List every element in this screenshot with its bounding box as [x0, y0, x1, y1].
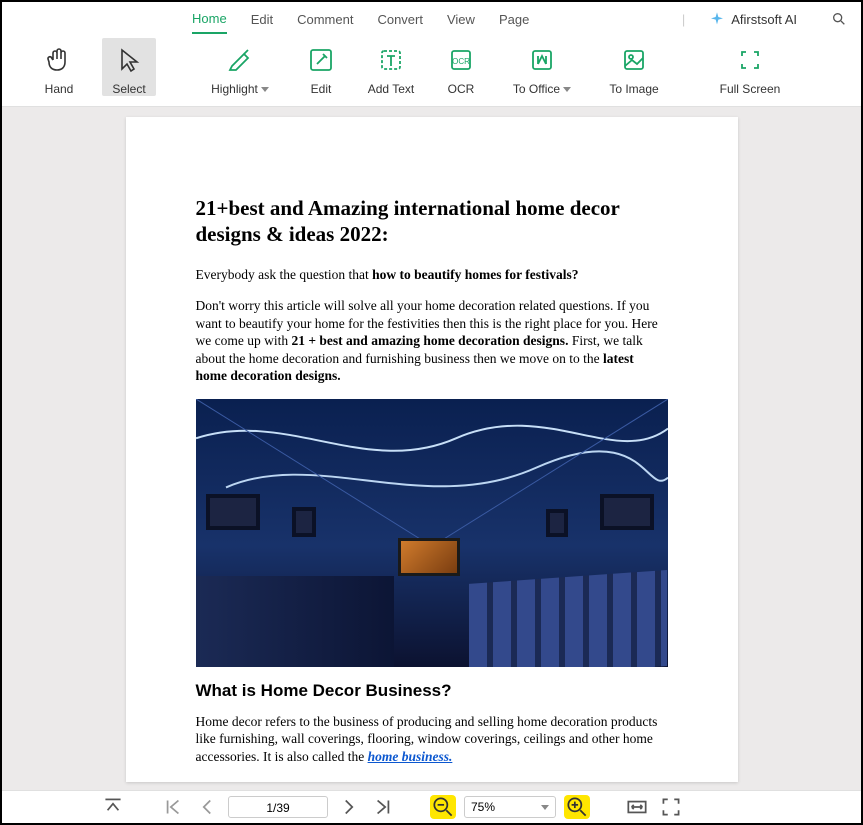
tab-home[interactable]: Home [192, 5, 227, 34]
doc-title: 21+best and Amazing international home d… [196, 195, 668, 248]
zoom-in-icon[interactable] [564, 795, 590, 819]
scroll-top-icon[interactable] [100, 795, 126, 819]
hand-icon [43, 44, 75, 76]
hand-tool[interactable]: Hand [24, 38, 94, 96]
last-page-icon[interactable] [370, 795, 396, 819]
edit-tool[interactable]: Edit [286, 38, 356, 96]
toolbar: Hand Select Highlight Edit Add Text [2, 36, 861, 106]
status-bar: 1/39 75% [2, 790, 861, 823]
afirstsoft-ai-button[interactable]: Afirstsoft AI [709, 11, 797, 27]
next-page-icon[interactable] [336, 795, 362, 819]
highlight-tool[interactable]: Highlight [194, 38, 286, 96]
ocr-icon: OCR [445, 44, 477, 76]
to-image-tool[interactable]: To Image [588, 38, 680, 96]
zoom-out-icon[interactable] [430, 795, 456, 819]
tab-comment[interactable]: Comment [297, 6, 353, 33]
prev-page-icon[interactable] [194, 795, 220, 819]
fit-width-icon[interactable] [624, 795, 650, 819]
tab-page[interactable]: Page [499, 6, 529, 33]
doc-paragraph: Home decor refers to the business of pro… [196, 713, 668, 766]
tab-view[interactable]: View [447, 6, 475, 33]
doc-link-home-business[interactable]: home business. [368, 749, 453, 764]
menu-tabs: Home Edit Comment Convert View Page | Af… [2, 2, 861, 36]
doc-paragraph: Don't worry this article will solve all … [196, 297, 668, 385]
to-office-icon [526, 44, 558, 76]
doc-paragraph: Everybody ask the question that how to b… [196, 266, 668, 284]
tab-convert[interactable]: Convert [377, 6, 423, 33]
add-text-icon [375, 44, 407, 76]
first-page-icon[interactable] [160, 795, 186, 819]
add-text-tool[interactable]: Add Text [356, 38, 426, 96]
fit-page-icon[interactable] [658, 795, 684, 819]
highlighter-icon [224, 44, 256, 76]
doc-heading: What is Home Decor Business? [196, 681, 668, 701]
to-image-icon [618, 44, 650, 76]
document-page: 21+best and Amazing international home d… [126, 117, 738, 782]
zoom-level-select[interactable]: 75% [464, 796, 556, 818]
page-number-input[interactable]: 1/39 [228, 796, 328, 818]
chevron-down-icon [261, 87, 269, 92]
svg-text:OCR: OCR [452, 57, 470, 66]
doc-paragraph: Home decoration includes gorgeousness el… [196, 779, 668, 782]
chevron-down-icon [563, 87, 571, 92]
search-icon[interactable] [831, 11, 847, 27]
ocr-tool[interactable]: OCR OCR [426, 38, 496, 96]
to-office-tool[interactable]: To Office [496, 38, 588, 96]
fullscreen-icon [734, 44, 766, 76]
chevron-down-icon [541, 805, 549, 810]
doc-image [196, 399, 668, 667]
edit-icon [305, 44, 337, 76]
tab-edit[interactable]: Edit [251, 6, 273, 33]
select-tool[interactable]: Select [102, 38, 156, 96]
cursor-icon [113, 44, 145, 76]
full-screen-tool[interactable]: Full Screen [704, 38, 796, 96]
sparkle-icon [709, 11, 725, 27]
document-viewport[interactable]: 21+best and Amazing international home d… [2, 107, 861, 793]
